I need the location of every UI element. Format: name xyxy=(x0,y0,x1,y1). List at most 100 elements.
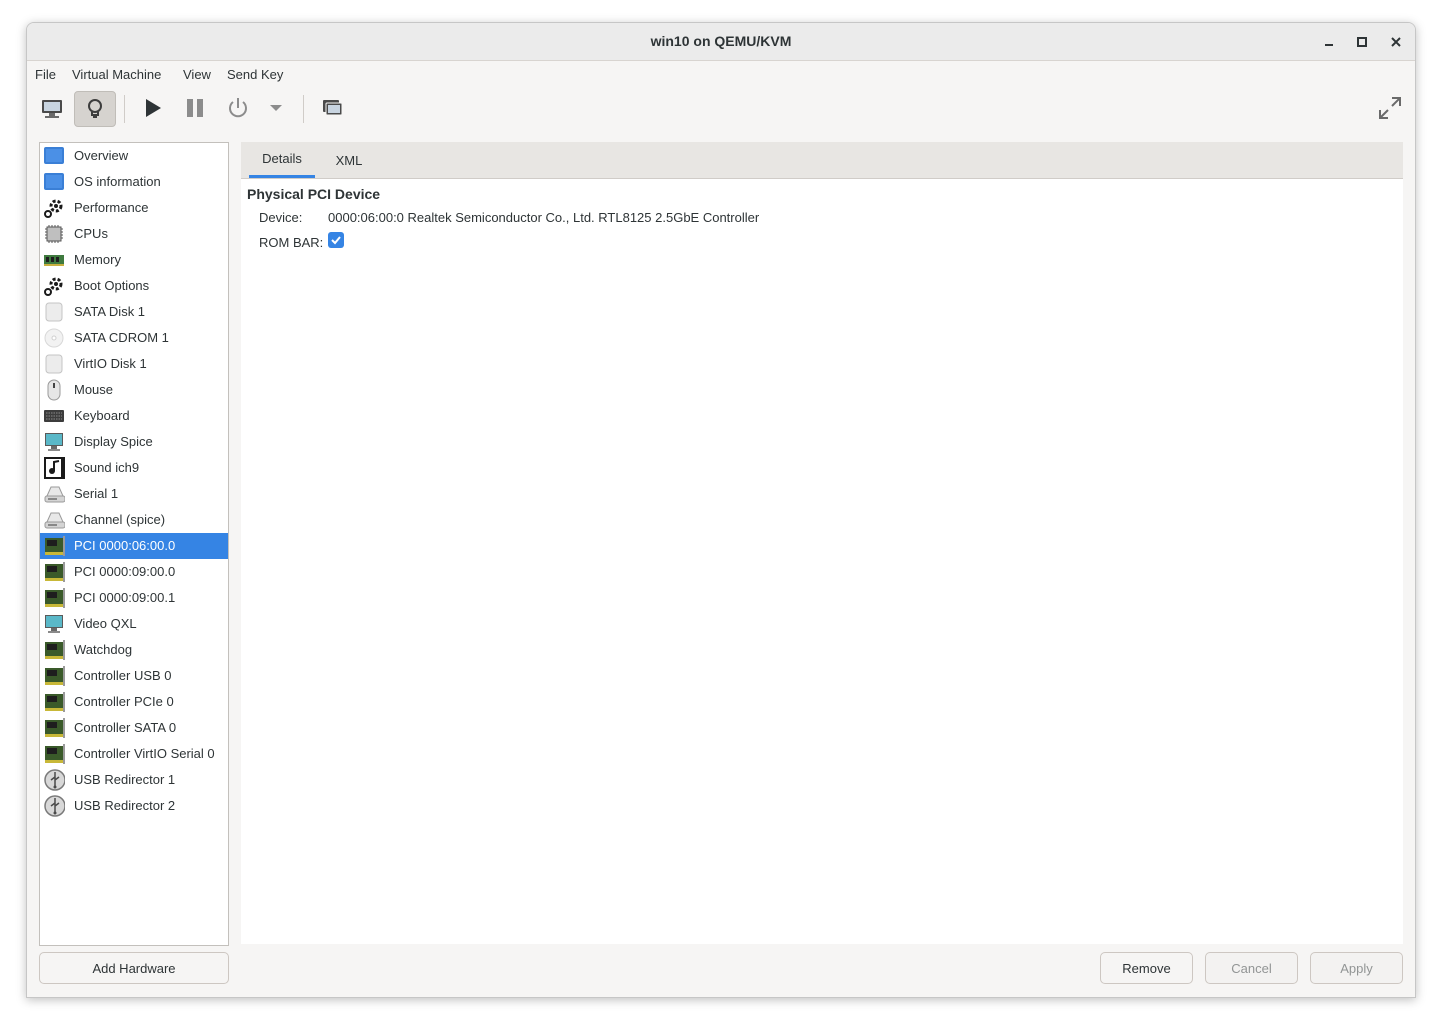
sound-icon xyxy=(43,457,65,479)
sidebar-item-channel-spice[interactable]: Channel (spice) xyxy=(40,507,228,533)
toolbar xyxy=(27,87,1415,133)
window-title: win10 on QEMU/KVM xyxy=(650,33,792,49)
title-bar[interactable]: win10 on QEMU/KVM xyxy=(27,23,1415,61)
sidebar-item-sata-disk-1[interactable]: SATA Disk 1 xyxy=(40,299,228,325)
sidebar-item-label: Boot Options xyxy=(74,278,150,293)
pci-card-icon xyxy=(43,639,65,661)
cancel-button[interactable]: Cancel xyxy=(1205,952,1298,984)
lightbulb-icon xyxy=(88,99,102,118)
gear-icon xyxy=(43,275,65,297)
details-view-button[interactable] xyxy=(74,91,116,127)
tab-xml[interactable]: XML xyxy=(323,142,375,178)
maximize-icon xyxy=(1357,37,1367,47)
sidebar-item-cpus[interactable]: CPUs xyxy=(40,221,228,247)
sidebar-item-label: Sound ich9 xyxy=(74,460,140,475)
close-button[interactable] xyxy=(1385,31,1407,53)
add-hardware-button[interactable]: Add Hardware xyxy=(39,952,229,984)
menu-view[interactable]: View xyxy=(183,67,211,82)
sidebar-item-controller-pcie-0[interactable]: Controller PCIe 0 xyxy=(40,689,228,715)
pci-card-icon xyxy=(43,587,65,609)
fullscreen-icon xyxy=(1379,97,1401,119)
menu-send-key[interactable]: Send Key xyxy=(227,67,283,82)
sidebar-item-controller-sata-0[interactable]: Controller SATA 0 xyxy=(40,715,228,741)
tab-details[interactable]: Details xyxy=(249,142,315,178)
sidebar-item-memory[interactable]: Memory xyxy=(40,247,228,273)
sidebar-item-sound-ich9[interactable]: Sound ich9 xyxy=(40,455,228,481)
cdrom-icon xyxy=(43,327,65,349)
chevron-down-icon xyxy=(270,105,282,111)
sidebar-item-label: Serial 1 xyxy=(74,486,119,501)
sidebar-item-label: Mouse xyxy=(74,382,114,397)
sidebar-item-label: Video QXL xyxy=(74,616,137,631)
device-label: Device: xyxy=(259,210,303,225)
sidebar-item-label: Controller USB 0 xyxy=(74,668,172,683)
menu-bar: File Virtual Machine View Send Key xyxy=(27,61,1415,87)
minimize-icon xyxy=(1325,44,1333,46)
pause-button[interactable] xyxy=(178,91,212,125)
sidebar-item-pci-0000-09-00-1[interactable]: PCI 0000:09:00.1 xyxy=(40,585,228,611)
pci-card-icon xyxy=(43,665,65,687)
rom-bar-label: ROM BAR: xyxy=(259,235,324,250)
menu-file[interactable]: File xyxy=(35,67,56,82)
rom-bar-checkbox[interactable] xyxy=(328,232,344,248)
sidebar-item-label: PCI 0000:09:00.0 xyxy=(74,564,176,579)
sidebar-item-controller-usb-0[interactable]: Controller USB 0 xyxy=(40,663,228,689)
section-title: Physical PCI Device xyxy=(247,186,381,202)
sidebar-item-virtio-disk-1[interactable]: VirtIO Disk 1 xyxy=(40,351,228,377)
run-button[interactable] xyxy=(135,91,169,125)
sidebar-item-boot-options[interactable]: Boot Options xyxy=(40,273,228,299)
pci-card-icon xyxy=(43,743,65,765)
remove-button[interactable]: Remove xyxy=(1100,952,1193,984)
cpu-icon xyxy=(43,223,65,245)
gear-icon xyxy=(43,197,65,219)
sidebar-item-label: Keyboard xyxy=(74,408,130,423)
shutdown-menu-button[interactable] xyxy=(261,91,291,125)
mouse-icon xyxy=(43,379,65,401)
snapshots-button[interactable] xyxy=(315,91,349,125)
sidebar-item-label: Performance xyxy=(74,200,149,215)
tab-bar: Details XML xyxy=(241,142,1403,179)
menu-virtual-machine[interactable]: Virtual Machine xyxy=(72,67,161,82)
sidebar-item-keyboard[interactable]: Keyboard xyxy=(40,403,228,429)
sidebar-item-overview[interactable]: Overview xyxy=(40,143,228,169)
disk-icon xyxy=(43,301,65,323)
sidebar-item-video-qxl[interactable]: Video QXL xyxy=(40,611,228,637)
sidebar-item-label: PCI 0000:06:00.0 xyxy=(74,538,176,553)
disk-icon xyxy=(43,353,65,375)
checkmark-icon xyxy=(331,236,341,245)
memory-icon xyxy=(43,249,65,271)
maximize-button[interactable] xyxy=(1351,31,1373,53)
sidebar-item-watchdog[interactable]: Watchdog xyxy=(40,637,228,663)
console-view-button[interactable] xyxy=(35,91,69,125)
sidebar-item-serial-1[interactable]: Serial 1 xyxy=(40,481,228,507)
sidebar-item-label: Memory xyxy=(74,252,121,267)
sidebar-item-label: Watchdog xyxy=(74,642,133,657)
keyboard-icon xyxy=(43,405,65,427)
sidebar-item-mouse[interactable]: Mouse xyxy=(40,377,228,403)
sidebar-item-usb-redirector-2[interactable]: USB Redirector 2 xyxy=(40,793,228,819)
sidebar-item-pci-0000-09-00-0[interactable]: PCI 0000:09:00.0 xyxy=(40,559,228,585)
sidebar-item-label: USB Redirector 2 xyxy=(74,798,176,813)
snapshots-icon xyxy=(323,100,343,116)
sidebar-item-sata-cdrom-1[interactable]: SATA CDROM 1 xyxy=(40,325,228,351)
device-value: 0000:06:00:0 Realtek Semiconductor Co., … xyxy=(328,210,760,225)
display-icon xyxy=(43,613,65,635)
fullscreen-button[interactable] xyxy=(1373,91,1407,125)
sidebar-item-label: Channel (spice) xyxy=(74,512,166,527)
pci-card-icon xyxy=(43,561,65,583)
sidebar-item-label: VirtIO Disk 1 xyxy=(74,356,147,371)
apply-button[interactable]: Apply xyxy=(1310,952,1403,984)
sidebar-item-os-information[interactable]: OS information xyxy=(40,169,228,195)
monitor-icon xyxy=(43,171,65,193)
shutdown-button[interactable] xyxy=(221,91,255,125)
minimize-button[interactable] xyxy=(1318,31,1340,53)
hardware-list[interactable]: Overview OS information Performance CPUs… xyxy=(39,142,229,946)
sidebar-item-controller-virtio-serial-0[interactable]: Controller VirtIO Serial 0 xyxy=(40,741,228,767)
sidebar-item-label: Overview xyxy=(74,148,129,163)
sidebar-item-performance[interactable]: Performance xyxy=(40,195,228,221)
sidebar-item-usb-redirector-1[interactable]: USB Redirector 1 xyxy=(40,767,228,793)
sidebar-item-display-spice[interactable]: Display Spice xyxy=(40,429,228,455)
sidebar-item-pci-0000-06-00-0[interactable]: PCI 0000:06:00.0 xyxy=(40,533,228,559)
monitor-icon xyxy=(43,145,65,167)
sidebar-item-label: OS information xyxy=(74,174,161,189)
